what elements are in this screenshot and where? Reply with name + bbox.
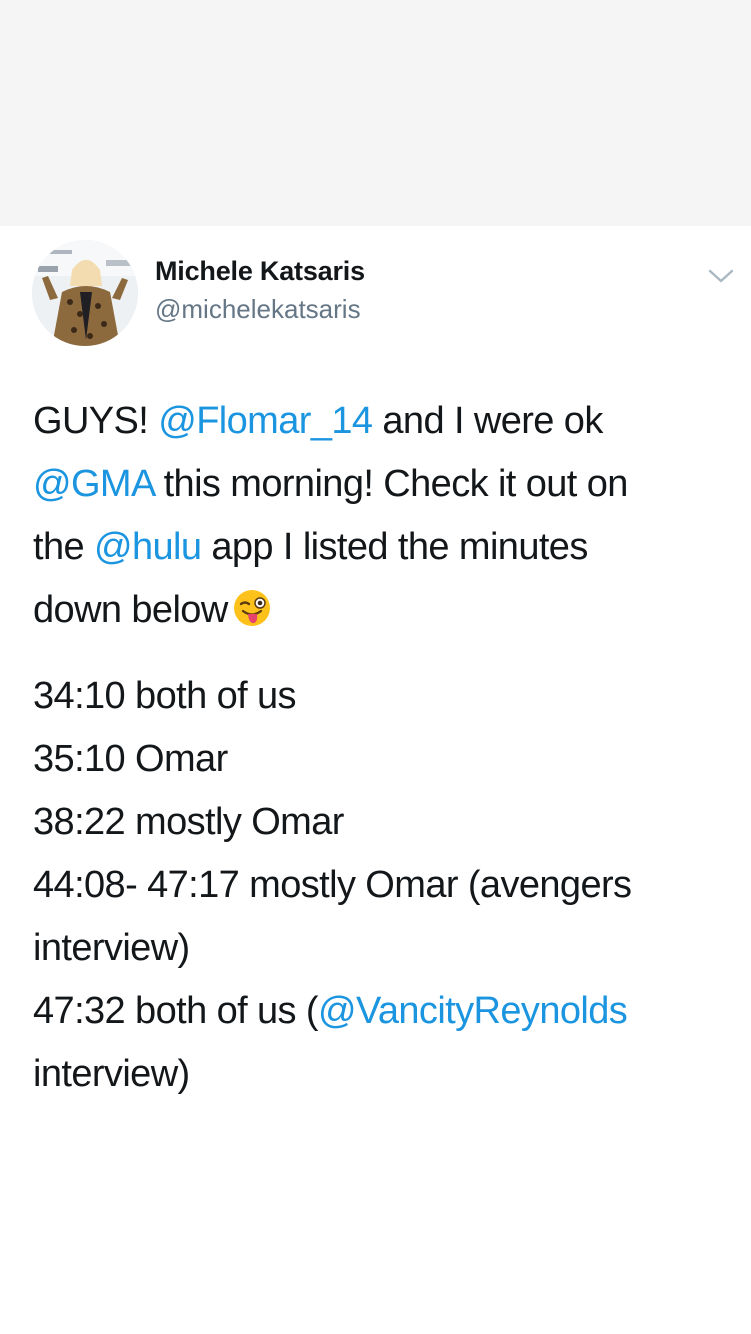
text-line: 34:10 both of us bbox=[33, 675, 297, 717]
text-line: down below bbox=[33, 579, 733, 648]
mention-link[interactable]: @GMA bbox=[33, 463, 154, 505]
chevron-down-icon[interactable] bbox=[706, 264, 736, 288]
text-line: 35:10 Omar bbox=[33, 738, 228, 780]
top-blank-area bbox=[0, 0, 751, 226]
author-name[interactable]: Michele Katsaris bbox=[155, 256, 365, 287]
winking-face-with-tongue-icon bbox=[232, 585, 272, 648]
text-line: interview) bbox=[33, 927, 190, 969]
mention-link[interactable]: @VancityReynolds bbox=[318, 990, 628, 1032]
text-line: the @hulu app I listed the minutes bbox=[33, 526, 588, 568]
text-line: @GMA this morning! Check it out on bbox=[33, 463, 628, 505]
tweet-text: GUYS! @Flomar_14 and I were ok @GMA this… bbox=[33, 390, 733, 1106]
author-handle[interactable]: @michelekatsaris bbox=[155, 294, 361, 325]
text-line: 47:32 both of us (@VancityReynolds bbox=[33, 990, 628, 1032]
text-line: 38:22 mostly Omar bbox=[33, 801, 344, 843]
text-line: 44:08- 47:17 mostly Omar (avengers bbox=[33, 864, 632, 906]
avatar[interactable] bbox=[32, 240, 138, 346]
tweet-card: Michele Katsaris @michelekatsaris GUYS! … bbox=[0, 226, 751, 1334]
mention-link[interactable]: @hulu bbox=[94, 526, 202, 568]
text-line: GUYS! @Flomar_14 and I were ok bbox=[33, 400, 603, 442]
text-line: interview) bbox=[33, 1053, 190, 1095]
mention-link[interactable]: @Flomar_14 bbox=[158, 400, 373, 442]
